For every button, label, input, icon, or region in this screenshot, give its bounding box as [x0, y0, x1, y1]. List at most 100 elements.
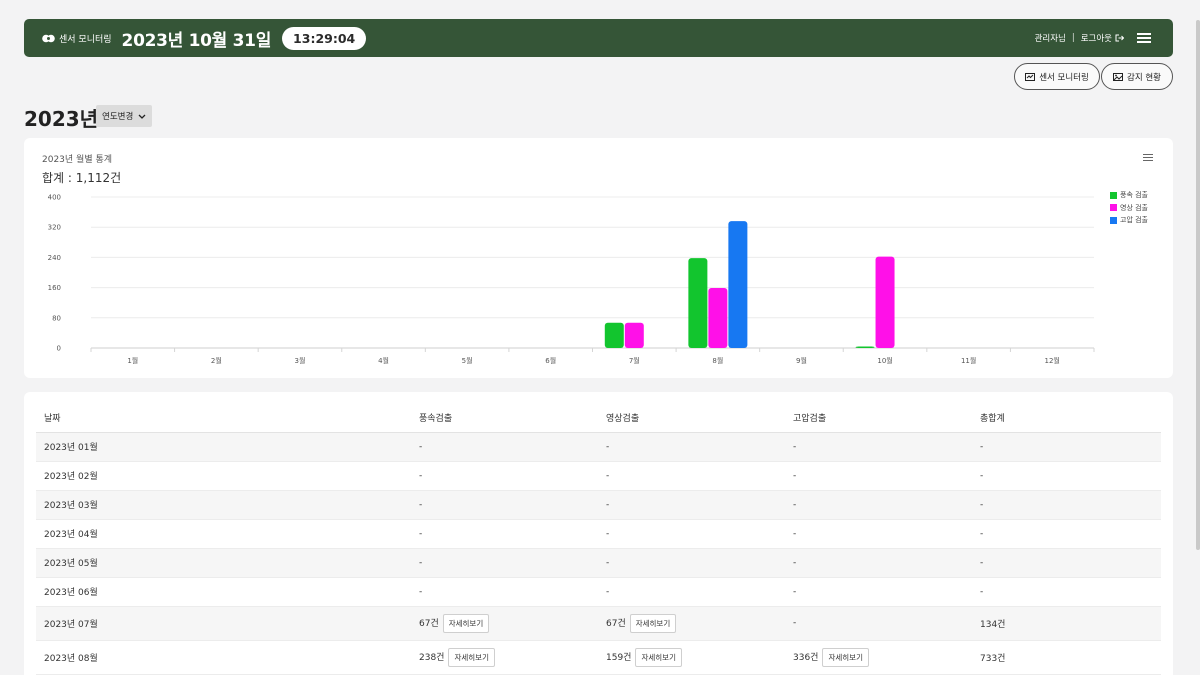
cell-value: -	[980, 499, 984, 510]
cell-value: -	[419, 586, 423, 597]
detection-status-label: 감지 현황	[1127, 72, 1161, 83]
column-header: 날짜	[36, 404, 411, 433]
x-tick-label: 10월	[877, 356, 892, 365]
cell-video: -	[598, 490, 785, 520]
cell-total: -	[972, 577, 1161, 607]
app-logo[interactable]: 센서 모니터링	[42, 32, 112, 45]
current-date: 2023년 10월 31일	[121, 30, 272, 51]
top-header: 센서 모니터링 2023년 10월 31일 13:29:04 관리자님 | 로그…	[24, 19, 1173, 57]
cell-video: -	[598, 519, 785, 549]
cell-value: -	[606, 557, 610, 568]
cell-value: 2023년 08월	[44, 653, 98, 664]
cell-value: -	[419, 528, 423, 539]
legend-swatch	[1110, 191, 1117, 199]
table-row: 2023년 03월 - - - -	[36, 490, 1161, 520]
y-tick-label: 320	[48, 224, 61, 232]
detection-status-button[interactable]: 감지 현황	[1101, 63, 1173, 90]
logout-button[interactable]: 로그아웃	[1081, 32, 1124, 44]
cell-value: -	[606, 528, 610, 539]
table-row: 2023년 02월 - - - -	[36, 461, 1161, 491]
monitor-icon	[1025, 72, 1036, 81]
cell-value: -	[980, 586, 984, 597]
header-separator: |	[1071, 33, 1075, 43]
cell-video: -	[598, 461, 785, 491]
table-row: 2023년 05월 - - - -	[36, 548, 1161, 578]
legend-item[interactable]: 고압 검출	[1110, 214, 1148, 227]
detail-button[interactable]: 자세히보기	[448, 647, 495, 667]
monthly-table: 날짜 풍속검출 영상검출 고압검출 총합계 2023년 01월 - - - -2023년 02월…	[36, 404, 1161, 675]
bar-10월-풍속 검출	[855, 346, 875, 348]
cell-value: 2023년 02월	[44, 472, 98, 482]
cell-value: -	[980, 528, 984, 539]
cell-value: -	[606, 586, 610, 597]
cell-total: -	[972, 490, 1161, 520]
table-card: 날짜 풍속검출 영상검출 고압검출 총합계 2023년 01월 - - - -2023년 02월…	[24, 392, 1173, 675]
cell-video: 67건 자세히보기	[598, 606, 785, 641]
cell-date: 2023년 02월	[36, 461, 411, 491]
cell-value: -	[419, 441, 423, 452]
cell-high: -	[785, 548, 972, 578]
cell-wind: -	[411, 548, 598, 578]
cell-date: 2023년 04월	[36, 519, 411, 549]
legend-label: 고압 검출	[1120, 216, 1148, 225]
cell-high: 336건 자세히보기	[785, 640, 972, 675]
legend-label: 풍속 검출	[1120, 191, 1148, 200]
page-scrollbar[interactable]	[1196, 20, 1200, 550]
cell-wind: -	[411, 490, 598, 520]
cell-wind: -	[411, 432, 598, 462]
logo-label: 센서 모니터링	[59, 34, 112, 45]
cell-date: 2023년 08월	[36, 640, 411, 675]
legend-swatch	[1110, 204, 1117, 212]
bar-8월-고압 검출	[728, 221, 748, 348]
cell-high: -	[785, 461, 972, 491]
menu-icon[interactable]	[1137, 33, 1151, 43]
cell-value: -	[793, 586, 797, 597]
cell-high: -	[785, 519, 972, 549]
x-tick-label: 8월	[712, 356, 723, 365]
detail-button[interactable]: 자세히보기	[629, 613, 677, 633]
cell-value: 2023년 03월	[44, 501, 98, 511]
x-tick-label: 12월	[1045, 356, 1060, 365]
y-tick-label: 0	[57, 345, 61, 353]
cell-date: 2023년 07월	[36, 606, 411, 641]
cell-value: -	[606, 499, 610, 510]
cell-value: 67건	[606, 618, 626, 629]
cell-value: -	[606, 470, 610, 481]
legend-item[interactable]: 풍속 검출	[1110, 189, 1148, 202]
cell-value: -	[793, 470, 797, 481]
sensor-monitoring-label: 센서 모니터링	[1039, 72, 1089, 83]
cell-total: 134건	[972, 606, 1161, 641]
year-title: 2023년	[24, 107, 99, 131]
cell-value: 733건	[980, 653, 1006, 664]
detail-button[interactable]: 자세히보기	[442, 613, 490, 633]
cell-value: 238건	[419, 652, 445, 663]
cell-high: -	[785, 577, 972, 607]
cell-date: 2023년 03월	[36, 490, 411, 520]
cell-value: -	[793, 499, 797, 510]
cell-wind: -	[411, 461, 598, 491]
legend-item[interactable]: 영상 검출	[1110, 202, 1148, 215]
chevron-down-icon	[138, 114, 146, 119]
y-tick-label: 160	[48, 284, 61, 292]
detail-button[interactable]: 자세히보기	[635, 647, 682, 667]
cell-date: 2023년 01월	[36, 432, 411, 462]
sensor-monitoring-button[interactable]: 센서 모니터링	[1014, 63, 1100, 90]
cell-value: 2023년 05월	[44, 559, 98, 569]
bar-10월-영상 검출	[875, 256, 895, 348]
cell-value: -	[980, 557, 984, 568]
cell-value: 2023년 07월	[44, 619, 98, 630]
legend-label: 영상 검출	[1120, 203, 1148, 212]
cell-value: 67건	[419, 618, 439, 629]
detail-button[interactable]: 자세히보기	[822, 647, 869, 667]
cell-total: -	[972, 548, 1161, 578]
cell-date: 2023년 05월	[36, 548, 411, 578]
column-header: 영상검출	[598, 404, 785, 433]
bar-8월-풍속 검출	[688, 258, 708, 348]
cell-value: -	[419, 499, 423, 510]
table-row: 2023년 01월 - - - -	[36, 432, 1161, 462]
cell-total: -	[972, 432, 1161, 462]
user-name: 관리자님	[1034, 34, 1066, 44]
year-change-dropdown[interactable]: 연도변경	[96, 105, 153, 127]
cell-value: -	[606, 441, 610, 452]
y-tick-label: 400	[48, 194, 61, 202]
